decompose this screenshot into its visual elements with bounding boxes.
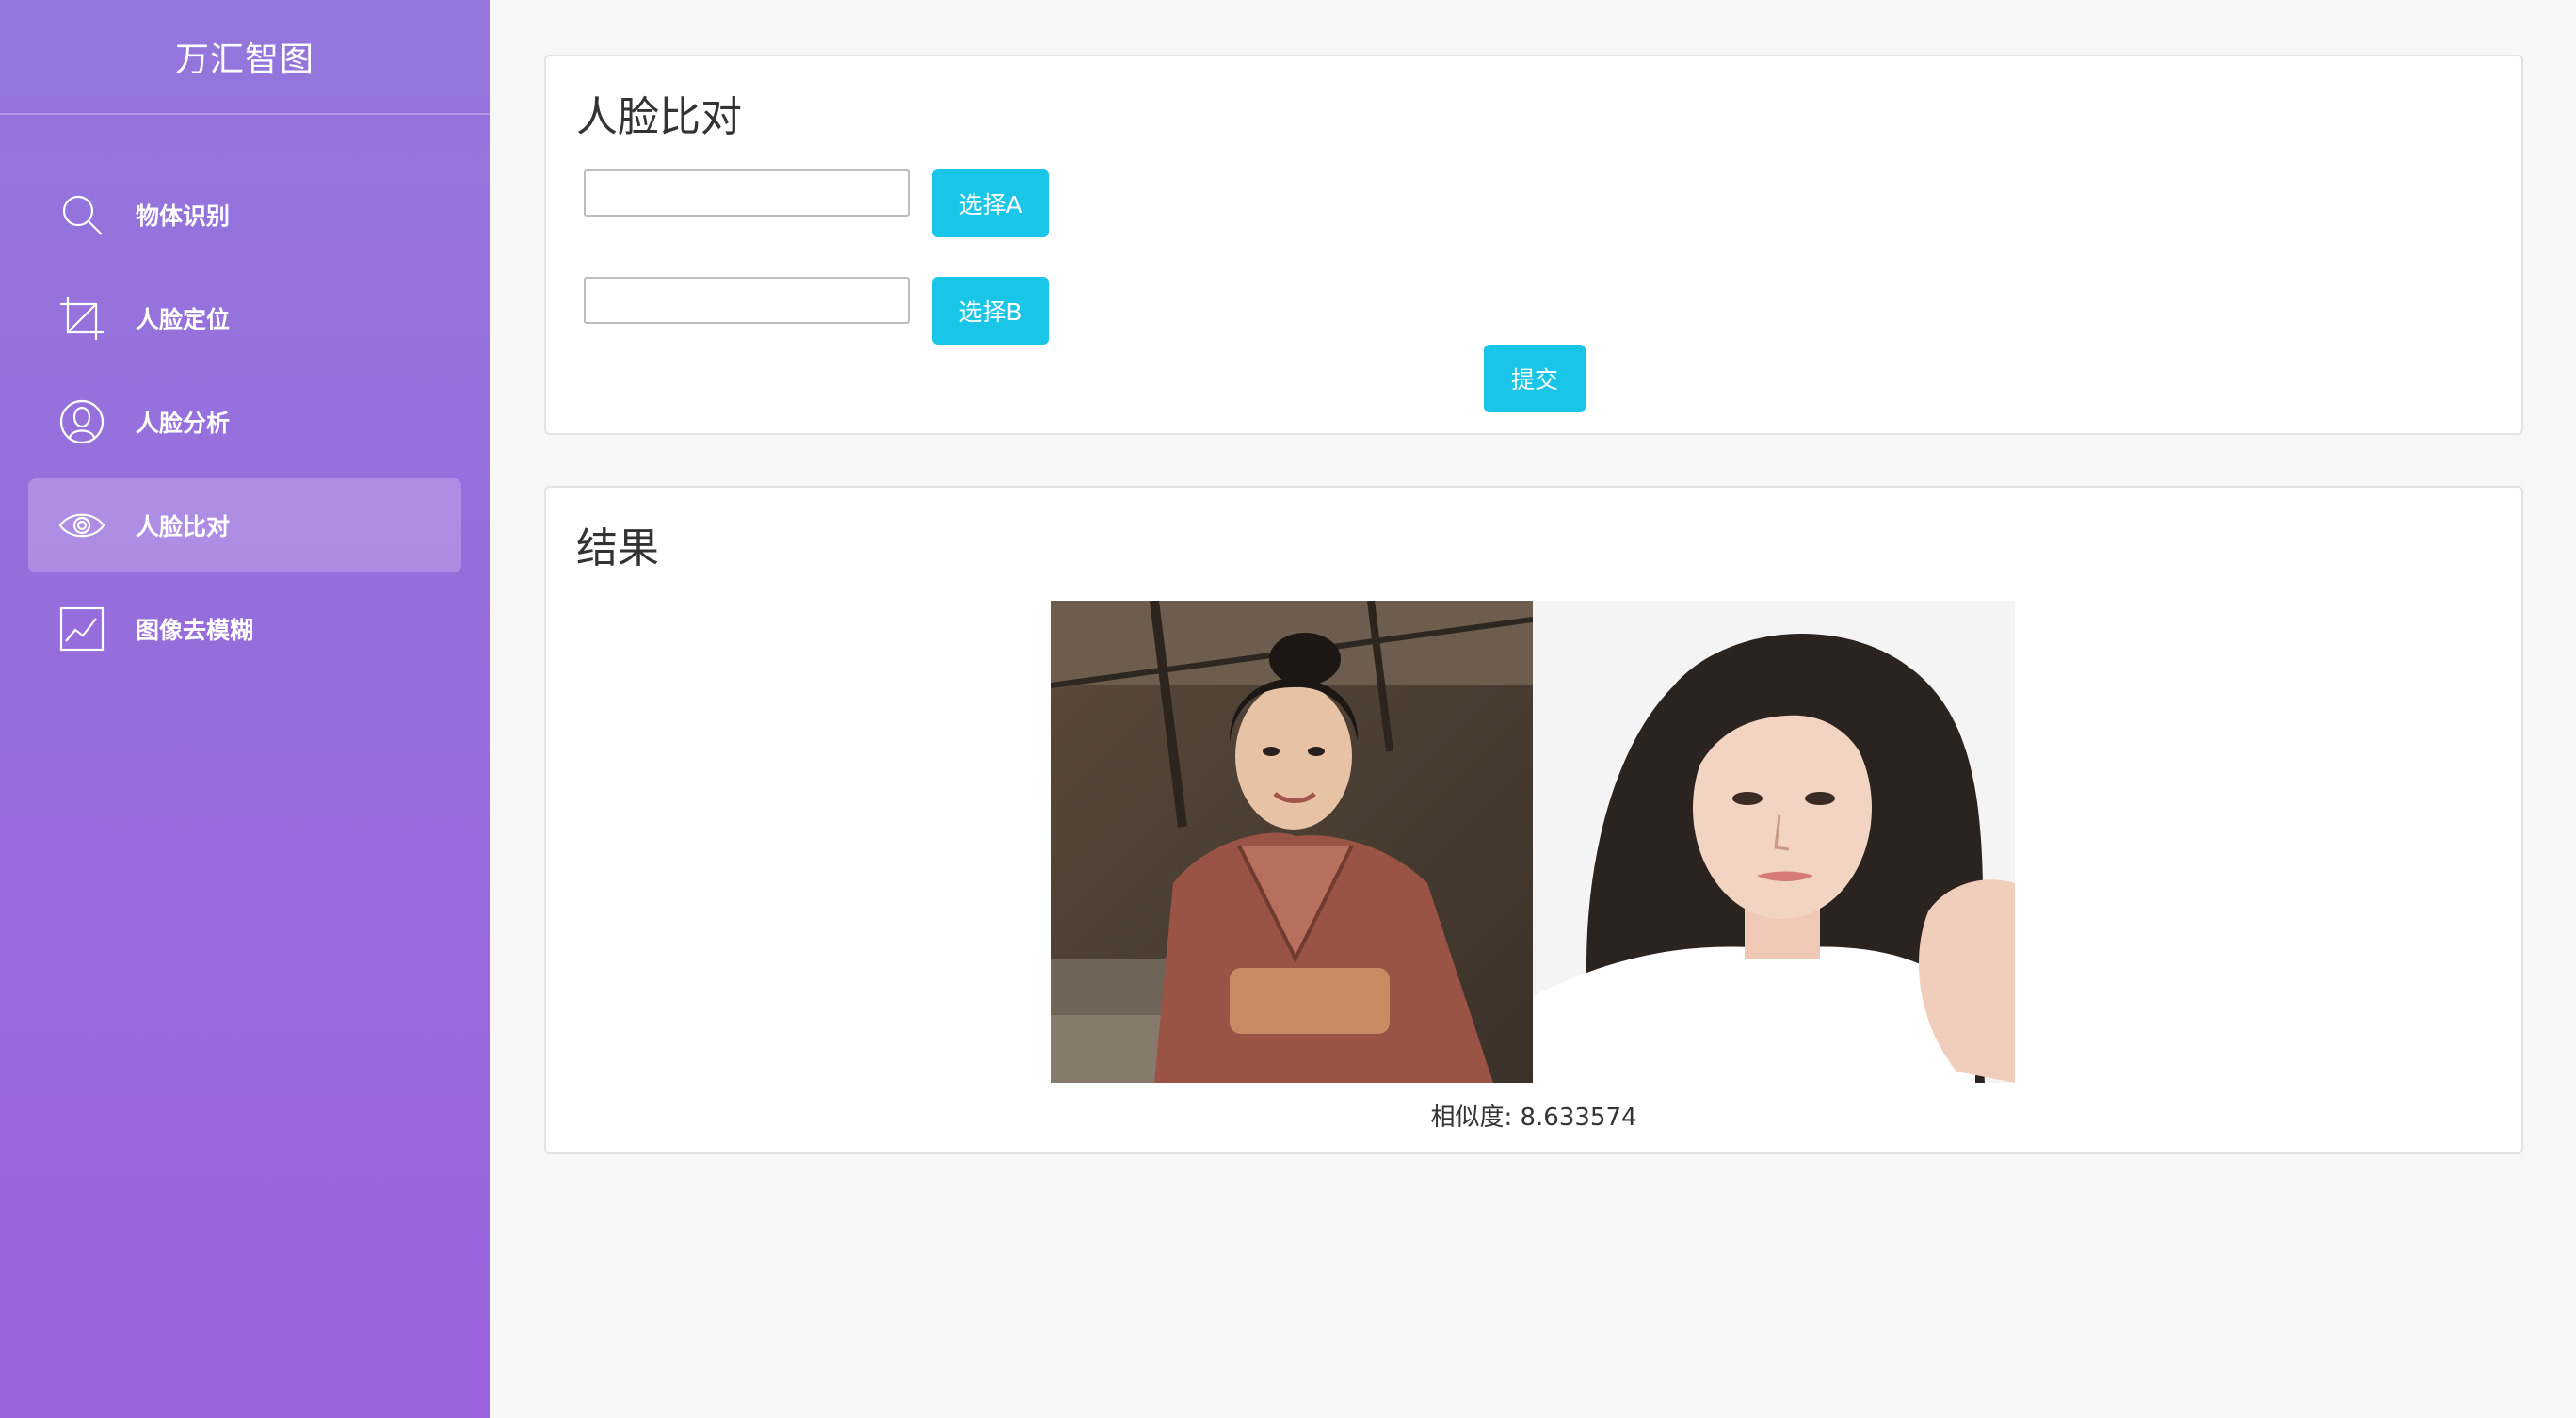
compare-panel: 人脸比对 选择A 选择B 提交	[544, 55, 2523, 435]
sidebar-item-object-recognition[interactable]: 物体识别	[28, 168, 461, 262]
sidebar-item-label: 图像去模糊	[136, 617, 254, 644]
crop-icon	[58, 295, 105, 342]
result-photos	[1051, 601, 2015, 1083]
sidebar-item-label: 人脸定位	[136, 306, 231, 333]
brand-title: 万汇智图	[0, 0, 490, 115]
sidebar-nav: 物体识别 人脸定位 人脸分析 人脸比对 图像去模糊	[0, 115, 490, 676]
image-a-input[interactable]	[584, 169, 910, 217]
submit-button[interactable]: 提交	[1484, 345, 1586, 412]
sidebar-item-face-analysis[interactable]: 人脸分析	[28, 375, 461, 469]
photo-a	[1051, 601, 1533, 1083]
image-b-input[interactable]	[584, 277, 910, 324]
eye-icon	[58, 502, 105, 549]
compare-title: 人脸比对	[576, 93, 742, 141]
result-panel: 结果 相似度: 8.633574	[544, 486, 2523, 1154]
search-icon	[58, 191, 105, 238]
result-title: 结果	[576, 524, 659, 572]
sidebar-item-label: 物体识别	[136, 202, 231, 230]
user-circle-icon	[58, 398, 105, 445]
sidebar-item-image-deblur[interactable]: 图像去模糊	[28, 582, 461, 676]
similarity-score: 相似度: 8.633574	[1430, 1104, 1637, 1132]
sidebar-item-face-compare[interactable]: 人脸比对	[28, 478, 461, 572]
sidebar-item-face-locate[interactable]: 人脸定位	[28, 271, 461, 365]
line-chart-icon	[58, 605, 105, 653]
sidebar: 万汇智图 物体识别 人脸定位 人脸分析 人脸比对 图像去模糊	[0, 0, 490, 1418]
select-b-button[interactable]: 选择B	[932, 277, 1049, 345]
app-root: 万汇智图 物体识别 人脸定位 人脸分析 人脸比对 图像去模糊 人脸比对 选择A …	[0, 0, 2576, 1418]
photo-b	[1533, 601, 2015, 1083]
select-a-button[interactable]: 选择A	[932, 169, 1049, 237]
sidebar-item-label: 人脸比对	[136, 513, 231, 540]
sidebar-item-label: 人脸分析	[136, 410, 231, 437]
